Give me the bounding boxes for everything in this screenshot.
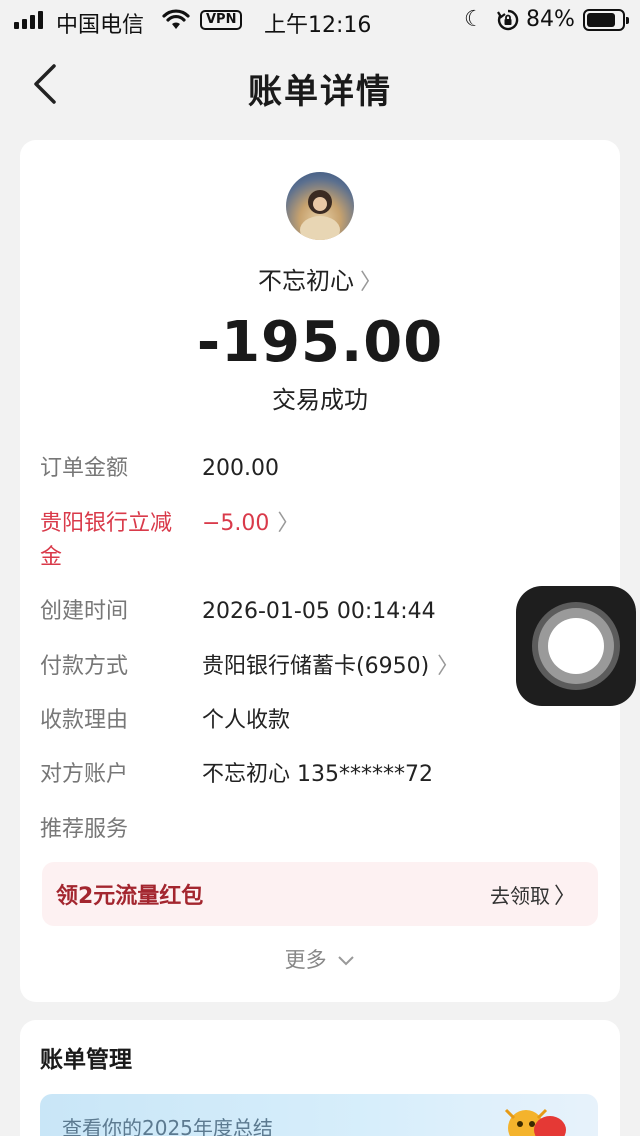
payee-name-link[interactable]: 不忘初心〉 <box>20 261 620 296</box>
avatar-image <box>300 190 340 240</box>
rotation-lock-icon <box>497 9 519 31</box>
promo-title: 领2元流量红包 <box>56 884 204 909</box>
payee-avatar[interactable] <box>286 172 354 240</box>
detail-label: 贵阳银行立减金 <box>40 511 173 570</box>
assistive-touch-button[interactable] <box>516 586 636 706</box>
promo-action-button[interactable]: 去领取 <box>490 880 550 909</box>
detail-label: 付款方式 <box>40 654 129 679</box>
detail-label: 订单金额 <box>40 456 129 481</box>
more-toggle[interactable]: 更多 <box>20 944 620 974</box>
annual-summary-banner[interactable]: 查看你的2025年度总结 <box>40 1094 598 1136</box>
transaction-status: 交易成功 <box>272 386 368 414</box>
detail-value: 2026-01-05 00:14:44 <box>202 599 436 624</box>
vpn-badge: VPN <box>200 10 243 30</box>
status-bar: 中国电信 VPN 上午12:16 ☾ 84% <box>0 0 640 42</box>
detail-label: 收款理由 <box>40 708 129 733</box>
detail-label: 推荐服务 <box>40 817 129 842</box>
bill-management-card: 账单管理 查看你的2025年度总结 <box>20 1020 620 1136</box>
chevron-down-icon <box>338 956 355 966</box>
signal-icon <box>14 11 43 29</box>
chevron-right-icon: 〉 <box>277 511 300 536</box>
promo-banner[interactable]: 领2元流量红包 去领取 〉 <box>42 862 598 926</box>
moon-icon: ☾ <box>464 7 484 32</box>
battery-percent: 84% <box>526 7 575 32</box>
discount-value: −5.00 <box>202 511 270 536</box>
bill-management-heading: 账单管理 <box>40 1047 132 1073</box>
page-title: 账单详情 <box>248 72 392 112</box>
payee-name: 不忘初心 <box>257 267 354 295</box>
annual-summary-text: 查看你的2025年度总结 <box>62 1116 273 1136</box>
chevron-right-icon: 〉 <box>553 884 576 909</box>
bill-detail-card: 不忘初心〉 -195.00 交易成功 订单金额 200.00 贵阳银行立减金 −… <box>20 140 620 1002</box>
chevron-right-icon: 〉 <box>437 654 460 679</box>
detail-value: 200.00 <box>202 456 279 481</box>
more-label: 更多 <box>284 948 327 972</box>
transaction-amount: -195.00 <box>196 310 444 375</box>
carrier-name: 中国电信 <box>56 13 145 38</box>
mascot-icon <box>504 1108 566 1136</box>
assistive-touch-core <box>548 618 604 674</box>
detail-value: 个人收款 <box>202 708 291 733</box>
status-time: 上午12:16 <box>264 13 372 38</box>
payment-method-value: 贵阳银行储蓄卡(6950) <box>202 654 430 679</box>
detail-label: 创建时间 <box>40 599 129 624</box>
wifi-icon <box>162 9 190 29</box>
detail-label: 对方账户 <box>40 762 129 787</box>
detail-value: 不忘初心 135******72 <box>202 762 433 787</box>
battery-icon <box>583 9 629 31</box>
navigation-bar: 账单详情 <box>0 42 640 130</box>
chevron-right-icon: 〉 <box>359 270 382 295</box>
detail-value-payment: 贵阳银行储蓄卡(6950) 〉 <box>202 650 459 684</box>
detail-value-discount: −5.00 〉 <box>202 507 299 541</box>
